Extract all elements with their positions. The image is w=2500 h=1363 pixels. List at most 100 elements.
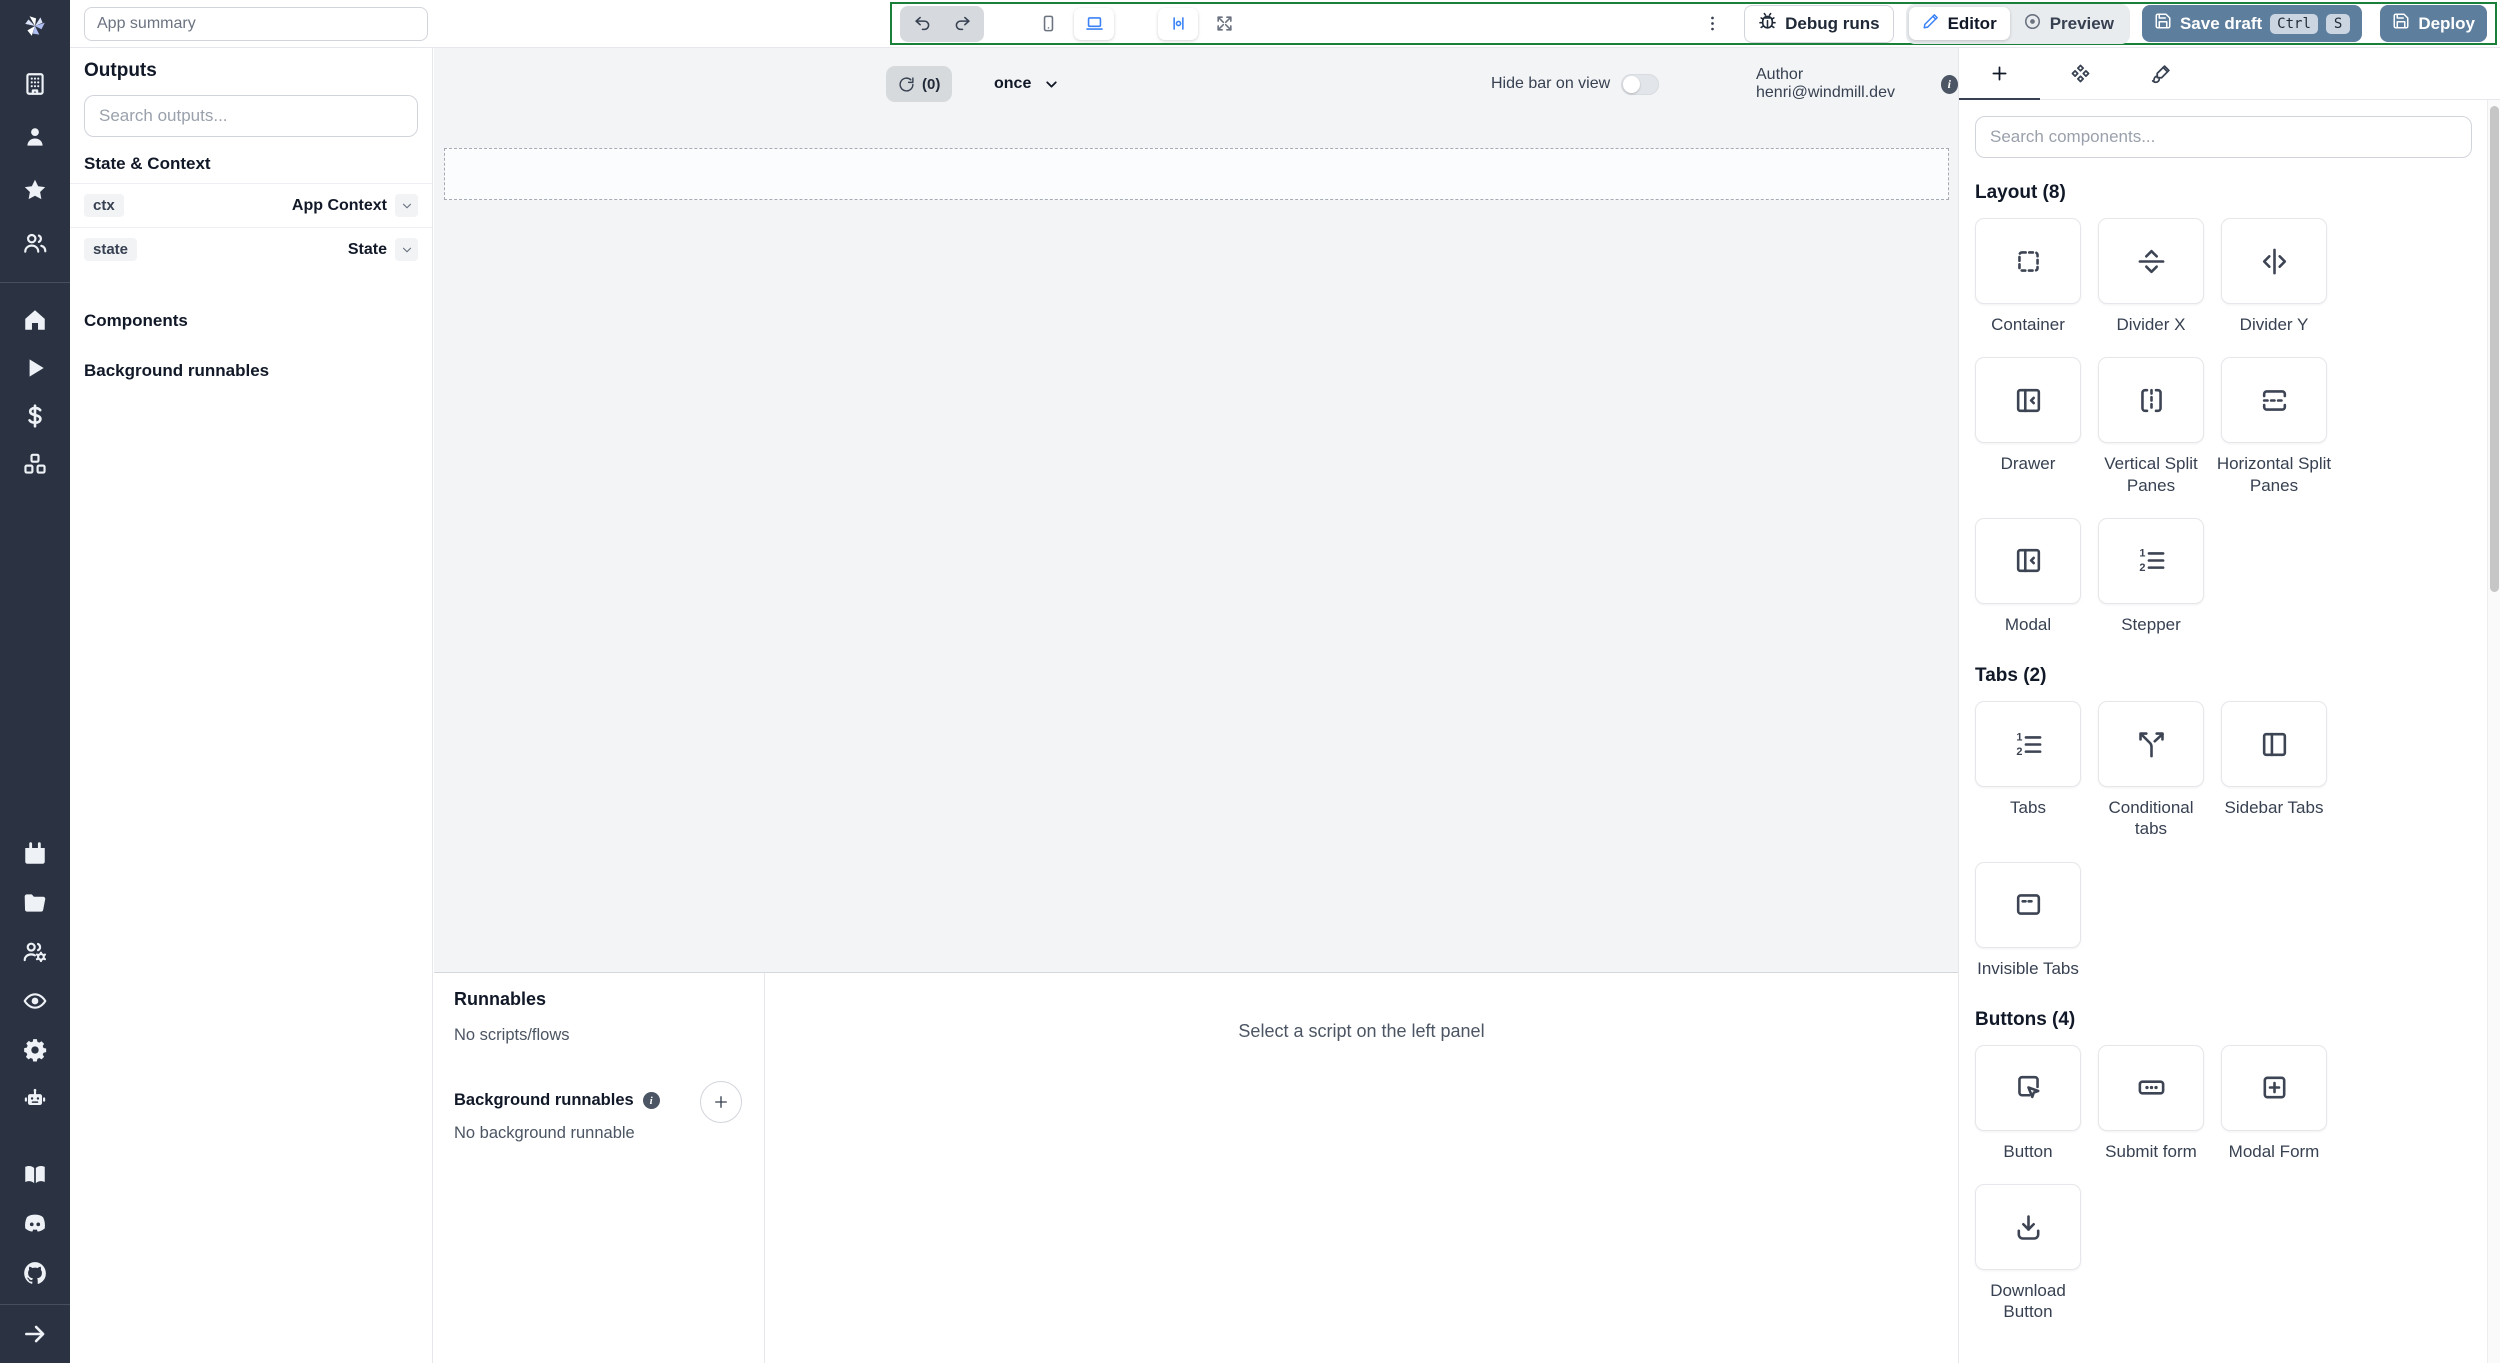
chevron-down-icon[interactable] xyxy=(395,194,418,217)
runnables-panel: Runnables No scripts/flows Background ru… xyxy=(434,972,1958,1363)
canvas-options-group xyxy=(1158,7,1244,40)
add-background-runnable-button[interactable] xyxy=(700,1081,742,1123)
discord-icon[interactable] xyxy=(22,1211,48,1237)
component-item-conditional-tabs[interactable]: Conditional tabs xyxy=(2098,701,2204,840)
output-value: State xyxy=(347,240,387,258)
svg-text:1: 1 xyxy=(2139,548,2145,560)
outputs-title: Outputs xyxy=(84,60,157,81)
component-item-drawer[interactable]: Drawer xyxy=(1975,357,2081,496)
hide-bar-toggle[interactable] xyxy=(1621,73,1660,95)
windmill-logo[interactable] xyxy=(20,11,50,41)
save-icon xyxy=(2392,12,2410,35)
search-components-input[interactable] xyxy=(1975,116,2472,158)
collapse-arrow-icon[interactable] xyxy=(22,1321,48,1347)
info-icon[interactable]: i xyxy=(1940,74,1958,94)
component-item-sidebar-tabs[interactable]: Sidebar Tabs xyxy=(2221,701,2327,840)
scrollbar-thumb[interactable] xyxy=(2490,106,2499,592)
app-canvas[interactable]: (0) once Hide bar on view Author henri@w… xyxy=(434,48,1958,972)
component-item-modal-form[interactable]: Modal Form xyxy=(2221,1044,2327,1162)
workspace-sidebar xyxy=(0,0,70,1363)
component-icon xyxy=(2071,64,2090,83)
calendar-icon[interactable] xyxy=(22,841,48,867)
eye-icon xyxy=(2023,12,2042,36)
refresh-count-button[interactable]: (0) xyxy=(886,66,953,102)
robot-icon[interactable] xyxy=(22,1086,48,1112)
paintbrush-icon xyxy=(2151,65,2170,84)
component-item-submit-form[interactable]: Submit form xyxy=(2098,1044,2204,1162)
github-icon[interactable] xyxy=(22,1260,48,1286)
tab-settings-component[interactable] xyxy=(2040,48,2121,99)
debug-runs-label: Debug runs xyxy=(1785,13,1880,33)
star-icon[interactable] xyxy=(22,177,48,203)
components-panel: Layout (8) Container Divider X Divider Y… xyxy=(1958,48,2500,1363)
folder-icon[interactable] xyxy=(22,890,48,916)
plus-icon xyxy=(1992,66,2007,81)
select-script-hint: Select a script on the left panel xyxy=(1238,1021,1485,1041)
runnables-title: Runnables xyxy=(454,989,547,1009)
canvas-controls-bar: (0) once Hide bar on view Author henri@w… xyxy=(434,48,1958,120)
save-draft-button[interactable]: Save draft Ctrl S xyxy=(2141,5,2363,42)
list-ordered-icon: 12 xyxy=(2139,548,2164,574)
building-icon[interactable] xyxy=(22,71,48,97)
split-horizontal-icon xyxy=(2262,389,2286,411)
desktop-view-button[interactable] xyxy=(1074,7,1114,40)
component-item-divider-x[interactable]: Divider X xyxy=(2098,218,2204,335)
redo-button[interactable] xyxy=(942,8,982,40)
outputs-panel: Outputs State & Context ctx App Context … xyxy=(70,48,433,1363)
user-icon[interactable] xyxy=(22,124,48,150)
eye-audit-icon[interactable] xyxy=(22,988,48,1014)
users-icon[interactable] xyxy=(22,230,48,256)
panel-left-close-icon xyxy=(2016,549,2040,573)
tab-insert-component[interactable] xyxy=(1959,48,2040,100)
component-item-stepper[interactable]: 12 Stepper xyxy=(2098,517,2204,635)
editor-label: Editor xyxy=(1947,13,1997,33)
separator-vertical-icon xyxy=(2262,248,2286,274)
tab-theme[interactable] xyxy=(2121,48,2202,99)
editor-preview-toggle: Editor Preview xyxy=(1905,3,2130,44)
tabs-components-grid: 12 Tabs Conditional tabs Sidebar Tabs In… xyxy=(1975,701,2483,979)
component-item-download-button[interactable]: Download Button xyxy=(1975,1184,2081,1323)
empty-grid-drop-zone[interactable] xyxy=(444,148,1949,200)
dollar-icon[interactable] xyxy=(22,403,48,429)
output-row-state[interactable]: state State xyxy=(70,227,432,271)
components-scrollbar[interactable] xyxy=(2487,100,2500,1363)
svg-text:2: 2 xyxy=(2016,745,2022,757)
book-icon[interactable] xyxy=(22,1162,48,1188)
debug-runs-button[interactable]: Debug runs xyxy=(1744,4,1894,43)
deploy-button[interactable]: Deploy xyxy=(2380,5,2487,42)
editor-tab[interactable]: Editor xyxy=(1908,7,2010,40)
kebab-menu-button[interactable] xyxy=(1692,8,1732,40)
component-item-horizontal-split-panes[interactable]: Horizontal Split Panes xyxy=(2217,357,2331,496)
component-item-modal[interactable]: Modal xyxy=(1975,517,2081,635)
component-item-divider-y[interactable]: Divider Y xyxy=(2221,218,2327,335)
align-zero-button[interactable] xyxy=(1158,7,1198,40)
chevron-down-icon[interactable] xyxy=(395,238,418,261)
output-key-badge: state xyxy=(84,238,138,261)
component-item-button[interactable]: Button xyxy=(1975,1044,2081,1162)
gear-icon[interactable] xyxy=(22,1037,48,1063)
home-icon[interactable] xyxy=(22,307,48,333)
play-icon[interactable] xyxy=(22,355,48,381)
component-item-tabs[interactable]: 12 Tabs xyxy=(1975,701,2081,840)
app-summary-input[interactable] xyxy=(84,7,428,41)
search-outputs-input[interactable] xyxy=(84,95,418,137)
mobile-view-button[interactable] xyxy=(1028,8,1068,40)
info-icon[interactable]: i xyxy=(642,1092,660,1109)
editor-toolbar: Debug runs Editor Preview Save draft Ctr… xyxy=(890,2,2497,45)
resources-cubes-icon[interactable] xyxy=(22,451,48,477)
output-value: App Context xyxy=(291,196,387,214)
refresh-count: (0) xyxy=(922,75,941,93)
undo-button[interactable] xyxy=(902,8,942,40)
maximize-button[interactable] xyxy=(1204,8,1244,40)
output-row-ctx[interactable]: ctx App Context xyxy=(70,183,432,227)
deploy-label: Deploy xyxy=(2418,13,2475,33)
device-toggle-group xyxy=(1028,7,1114,40)
component-item-vertical-split-panes[interactable]: Vertical Split Panes xyxy=(2098,357,2204,496)
svg-text:1: 1 xyxy=(2016,731,2022,743)
preview-tab[interactable]: Preview xyxy=(2010,7,2127,41)
users-gear-icon[interactable] xyxy=(22,939,48,965)
refresh-mode-dropdown[interactable]: once xyxy=(994,66,1060,102)
component-item-container[interactable]: Container xyxy=(1975,218,2081,335)
component-item-invisible-tabs[interactable]: Invisible Tabs xyxy=(1975,861,2081,979)
section-title-tabs: Tabs (2) xyxy=(1975,665,2047,686)
